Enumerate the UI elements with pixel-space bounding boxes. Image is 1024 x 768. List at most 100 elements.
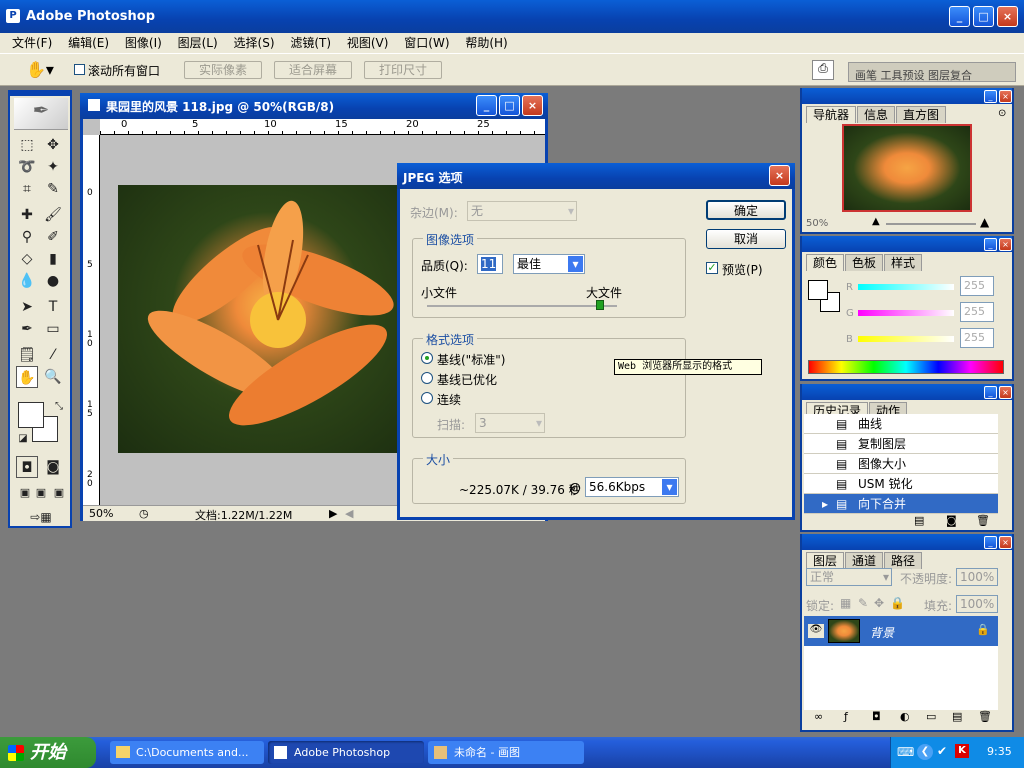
- tab-navigator[interactable]: 导航器: [806, 106, 857, 123]
- new-snapshot-icon[interactable]: ◙: [946, 514, 957, 527]
- trash-icon[interactable]: 🗑: [976, 514, 990, 527]
- navigator-zoom-slider[interactable]: [886, 223, 976, 225]
- menu-edit[interactable]: 编辑(E): [62, 33, 115, 53]
- hand-tool-icon[interactable]: ✋: [16, 366, 38, 388]
- quality-slider-thumb[interactable]: [596, 300, 604, 310]
- r-input[interactable]: 255: [960, 276, 994, 296]
- g-slider[interactable]: [858, 310, 954, 316]
- matte-select[interactable]: 无 ▾: [467, 201, 577, 221]
- new-document-from-state-icon[interactable]: ▤: [914, 514, 924, 527]
- menu-layer[interactable]: 图层(L): [172, 33, 224, 53]
- palette-well-icon[interactable]: ⎙: [812, 60, 834, 80]
- cancel-button[interactable]: 取消: [706, 229, 786, 249]
- menu-image[interactable]: 图像(I): [119, 33, 168, 53]
- history-item-selected[interactable]: ▸ ▤ 向下合并: [804, 494, 998, 514]
- eyedropper-tool-icon[interactable]: ⁄: [42, 344, 64, 366]
- r-slider[interactable]: [858, 284, 954, 290]
- tab-swatches[interactable]: 色板: [845, 254, 884, 271]
- doc-close-button[interactable]: ×: [522, 95, 543, 116]
- baseline-standard-radio[interactable]: [421, 352, 433, 364]
- antivirus-icon[interactable]: K: [955, 744, 969, 758]
- opacity-input[interactable]: 100%: [956, 568, 998, 586]
- lasso-tool-icon[interactable]: ➰: [16, 156, 38, 178]
- tab-histogram[interactable]: 直方图: [896, 106, 947, 123]
- well-tab-layer-comps[interactable]: 图层复合: [928, 69, 972, 81]
- new-group-icon[interactable]: ▭: [926, 710, 936, 723]
- task-paint[interactable]: 未命名 - 画图: [428, 741, 584, 764]
- well-tab-tool-presets[interactable]: 工具预设: [881, 69, 925, 81]
- hand-tool-preset-icon[interactable]: ✋▾: [26, 60, 54, 79]
- menu-filter[interactable]: 滤镜(T): [284, 33, 337, 53]
- history-item[interactable]: ▤ 图像大小: [804, 454, 998, 474]
- history-item[interactable]: ▤ 复制图层: [804, 434, 998, 454]
- path-selection-icon[interactable]: ➤: [16, 296, 38, 318]
- tab-layers[interactable]: 图层: [806, 552, 845, 569]
- lock-all-icon[interactable]: 🔒: [890, 596, 905, 610]
- tab-color[interactable]: 颜色: [806, 254, 845, 271]
- notes-tool-icon[interactable]: 🗒: [16, 344, 38, 366]
- status-arrow-icon[interactable]: ▶: [329, 507, 337, 520]
- color-fg-swatch[interactable]: [808, 280, 828, 300]
- menu-view[interactable]: 视图(V): [341, 33, 395, 53]
- quality-input[interactable]: 11: [477, 254, 503, 274]
- menu-window[interactable]: 窗口(W): [398, 33, 455, 53]
- menu-file[interactable]: 文件(F): [6, 33, 58, 53]
- history-item[interactable]: ▤ 曲线: [804, 414, 998, 434]
- layer-row-background[interactable]: 👁 背景 🔒: [804, 616, 998, 646]
- link-layers-icon[interactable]: ∞: [814, 710, 823, 723]
- slice-tool-icon[interactable]: ✎: [42, 178, 64, 200]
- screen-mode-full-icon[interactable]: ▣: [48, 482, 70, 504]
- baseline-optimized-radio[interactable]: [421, 372, 433, 384]
- history-item[interactable]: ▤ USM 锐化: [804, 474, 998, 494]
- scans-select[interactable]: 3 ▾: [475, 413, 545, 433]
- zoom-in-icon[interactable]: ▲: [980, 215, 989, 229]
- task-explorer[interactable]: C:\Documents and...: [110, 741, 264, 764]
- eraser-tool-icon[interactable]: ◇: [16, 248, 38, 270]
- dodge-tool-icon[interactable]: ●: [42, 270, 64, 292]
- task-photoshop[interactable]: Adobe Photoshop: [268, 741, 424, 764]
- gradient-tool-icon[interactable]: ▮: [42, 248, 64, 270]
- close-button[interactable]: ×: [997, 6, 1018, 27]
- add-mask-icon[interactable]: ◘: [872, 710, 881, 723]
- new-layer-icon[interactable]: ▤: [952, 710, 962, 723]
- foreground-color-swatch[interactable]: [18, 402, 44, 428]
- navigator-close-button[interactable]: ×: [999, 90, 1012, 103]
- minimize-button[interactable]: _: [949, 6, 970, 27]
- color-minimize-button[interactable]: _: [984, 238, 997, 251]
- scroll-all-checkbox[interactable]: [74, 64, 85, 75]
- modem-speed-select[interactable]: 56.6Kbps ▾: [585, 477, 679, 497]
- scroll-left-icon[interactable]: ◀: [345, 507, 353, 520]
- doc-minimize-button[interactable]: _: [476, 95, 497, 116]
- navigator-zoom[interactable]: 50%: [806, 218, 828, 229]
- actual-pixels-button[interactable]: 实际像素: [184, 61, 262, 79]
- tab-paths[interactable]: 路径: [884, 552, 923, 569]
- ok-button[interactable]: 确定: [706, 200, 786, 220]
- color-spectrum-bar[interactable]: [808, 360, 1004, 374]
- brush-tool-icon[interactable]: 🖌: [42, 204, 64, 226]
- keyboard-icon[interactable]: ⌨: [897, 745, 914, 759]
- marquee-tool-icon[interactable]: ⬚: [16, 134, 38, 156]
- start-button[interactable]: 开始: [0, 737, 96, 768]
- tab-channels[interactable]: 通道: [845, 552, 884, 569]
- progressive-radio[interactable]: [421, 392, 433, 404]
- color-close-button[interactable]: ×: [999, 238, 1012, 251]
- maximize-button[interactable]: □: [973, 6, 994, 27]
- fit-screen-button[interactable]: 适合屏幕: [274, 61, 352, 79]
- clone-stamp-icon[interactable]: ⚲: [16, 226, 38, 248]
- navigator-minimize-button[interactable]: _: [984, 90, 997, 103]
- g-input[interactable]: 255: [960, 302, 994, 322]
- lock-image-icon[interactable]: ✎: [858, 596, 868, 610]
- history-close-button[interactable]: ×: [999, 386, 1012, 399]
- zoom-tool-icon[interactable]: 🔍: [42, 366, 64, 388]
- imageready-jump-icon[interactable]: ⇨▦: [16, 506, 66, 528]
- move-tool-icon[interactable]: ✥: [42, 134, 64, 156]
- healing-brush-icon[interactable]: ✚: [16, 204, 38, 226]
- quality-slider-track[interactable]: [427, 305, 617, 307]
- blur-tool-icon[interactable]: 💧: [16, 270, 38, 292]
- zoom-level[interactable]: 50%: [89, 507, 113, 520]
- menu-help[interactable]: 帮助(H): [459, 33, 513, 53]
- tray-collapse-icon[interactable]: ❮: [917, 744, 933, 760]
- fill-input[interactable]: 100%: [956, 595, 998, 613]
- quality-preset-select[interactable]: 最佳 ▾: [513, 254, 585, 274]
- swap-colors-icon[interactable]: ⤡: [48, 396, 70, 418]
